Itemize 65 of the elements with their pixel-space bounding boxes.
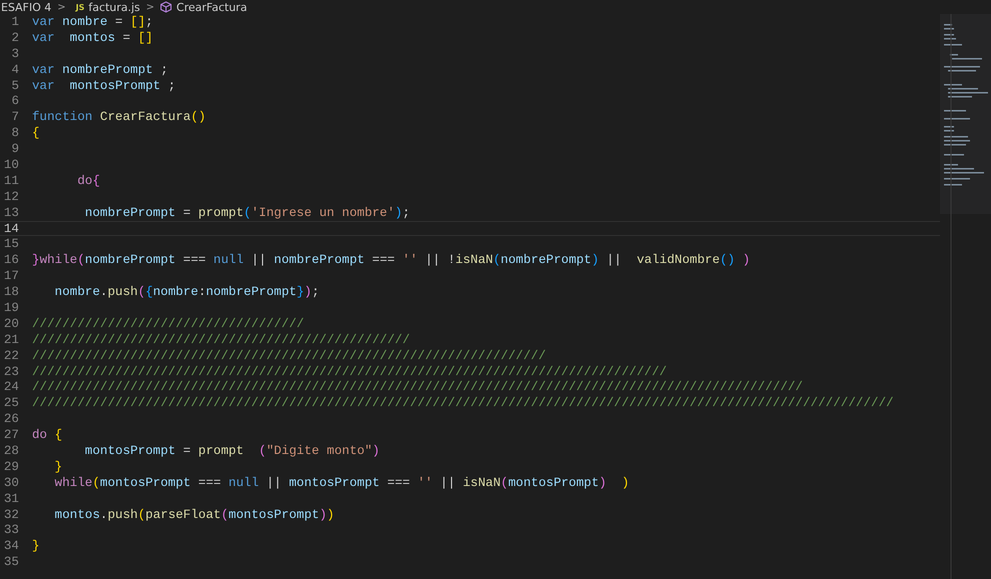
line-number: 11: [2, 174, 19, 188]
line-number: 15: [2, 237, 19, 252]
line-number: 4: [10, 62, 19, 77]
line-number: 27: [2, 428, 19, 442]
code-line: ////////////////////////////////////: [32, 316, 304, 331]
breadcrumb-separator: >: [145, 2, 156, 12]
line-number: 22: [2, 348, 19, 363]
line-number: 31: [2, 492, 19, 506]
line-number: 17: [2, 269, 19, 284]
line-number: 24: [2, 380, 19, 394]
line-number: 25: [2, 396, 19, 410]
breadcrumb-symbol[interactable]: CrearFactura: [176, 0, 248, 14]
line-number: 33: [2, 523, 19, 538]
breadcrumb-separator: >: [56, 2, 67, 12]
line-number: 21: [2, 332, 19, 347]
code-line: nombre.push({nombre:nombrePrompt});: [54, 285, 320, 300]
line-number: 3: [10, 46, 19, 61]
line-number: 20: [2, 316, 19, 331]
line-number: 34: [2, 539, 19, 554]
code-line: while(montosPrompt === null || montosPrompt === '' || isNaN(montosPrompt) ): [54, 476, 630, 490]
code-line: {: [32, 126, 40, 140]
line-number: 19: [2, 300, 19, 315]
code-line: //////////////////////////////////////////////////////////////////////////////////////////////////////: [32, 380, 803, 394]
line-number: 28: [2, 444, 19, 458]
code-line: do {: [32, 428, 62, 442]
line-number: 18: [2, 285, 19, 300]
code-line: montosPrompt = prompt ("Digite monto"): [84, 444, 380, 458]
breadcrumb-file[interactable]: factura.js: [88, 0, 140, 14]
code-line: montos.push(parseFloat(montosPrompt)): [54, 508, 334, 522]
minimap-drawing[interactable]: [940, 14, 991, 579]
code-line: nombrePrompt = prompt('Ingrese un nombre');: [84, 206, 410, 220]
line-number: 10: [2, 158, 19, 172]
line-number: 30: [2, 476, 19, 490]
line-number: 32: [2, 508, 19, 522]
code-line: //////////////////////////////////////////////////////////////////////////////////////////////////////////////////: [32, 396, 894, 410]
line-number: 5: [10, 78, 19, 93]
line-number: 8: [10, 126, 19, 140]
line-number: 7: [10, 110, 19, 124]
code-line: var nombre = [];: [32, 14, 153, 29]
line-number: 2: [10, 30, 19, 45]
line-number: 16: [2, 253, 19, 268]
code-line: var montos = []: [32, 30, 153, 45]
code-line: function CrearFactura(): [32, 110, 206, 124]
line-number: 23: [2, 364, 19, 379]
code-line: ////////////////////////////////////////////////////////////////////////////////////: [32, 364, 667, 379]
line-number: 1: [10, 14, 19, 29]
cube-icon: [160, 1, 172, 13]
line-number: 13: [2, 206, 19, 220]
code-line: //////////////////////////////////////////////////: [32, 332, 410, 347]
line-number: 9: [10, 142, 19, 156]
line-number: 6: [10, 94, 19, 108]
code-line: var nombrePrompt ;: [32, 62, 168, 77]
code-line: }while(nombrePrompt === null || nombrePrompt === '' || !isNaN(nombrePrompt) || validNombre() ): [32, 253, 750, 268]
code-line: }: [32, 539, 40, 554]
code-line: var montosPrompt ;: [32, 78, 176, 93]
line-number: 35: [2, 555, 19, 570]
code-line: do{: [76, 174, 100, 188]
code-line: }: [54, 460, 62, 474]
breadcrumb-folder[interactable]: ESAFIO 4: [1, 0, 52, 14]
line-number: 26: [2, 412, 19, 426]
js-file-icon: JS: [76, 2, 85, 12]
code-line: ////////////////////////////////////////////////////////////////////: [32, 348, 546, 363]
line-number: 29: [2, 460, 19, 474]
line-number: 12: [2, 190, 19, 204]
line-number: 14: [2, 222, 19, 236]
